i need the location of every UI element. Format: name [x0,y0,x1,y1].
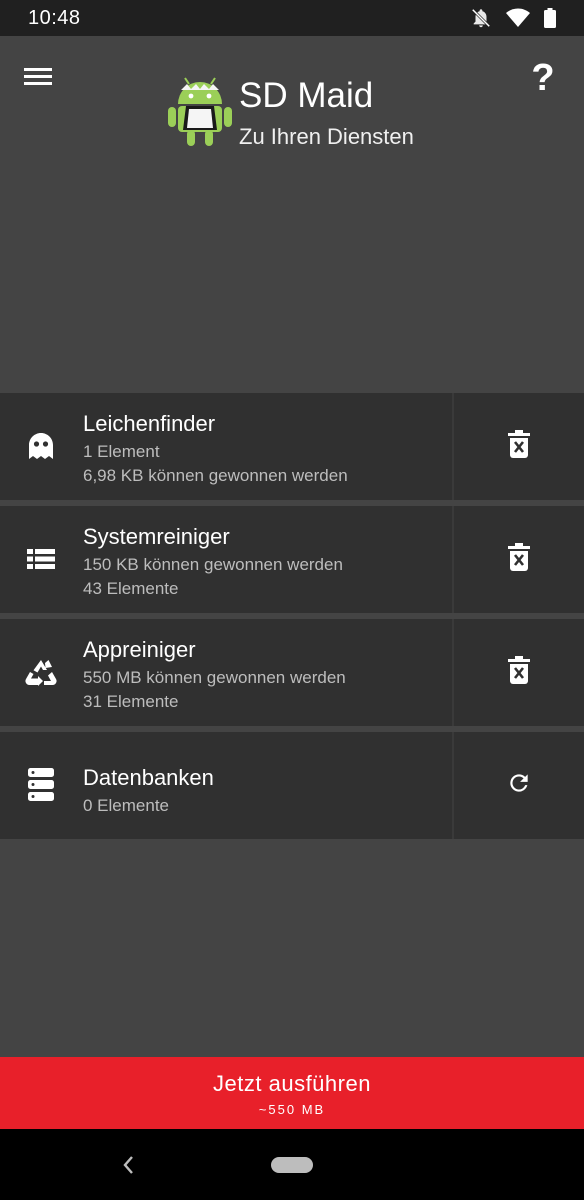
app-subtitle: Zu Ihren Diensten [239,124,414,149]
delete-icon [508,656,530,689]
tool-detail: 6,98 KB können gewonnen werden [83,466,348,485]
tool-detail: 31 Elemente [83,692,179,711]
tool-title: Appreiniger [83,637,196,662]
delete-icon [508,430,530,463]
status-time: 10:48 [28,6,81,29]
tool-detail: 1 Element [83,442,160,461]
run-now-size: ~550 MB [258,1102,326,1117]
tool-detail: 43 Elemente [83,579,179,598]
tool-card-main[interactable]: Systemreiniger 150 KB können gewonnen we… [0,506,452,613]
tool-title: Leichenfinder [83,411,216,436]
home-pill[interactable] [271,1157,313,1173]
refresh-icon [506,770,532,801]
tool-detail: 0 Elemente [83,796,169,815]
tool-detail: 550 MB können gewonnen werden [83,668,346,687]
hamburger-menu-icon[interactable] [24,66,60,92]
battery-icon [544,8,556,28]
header: SD Maid Zu Ihren Diensten ? [0,36,584,393]
database-icon [24,768,58,802]
refresh-button[interactable] [454,732,584,839]
tool-card-main[interactable]: Appreiniger 550 MB können gewonnen werde… [0,619,452,726]
tool-card-datenbanken: Datenbanken 0 Elemente [0,732,584,839]
system-nav-bar [0,1129,584,1200]
delete-button[interactable] [454,393,584,500]
list-icon [24,542,58,576]
tool-title: Systemreiniger [83,524,230,549]
run-now-label: Jetzt ausführen [213,1071,371,1096]
status-icons [470,7,556,29]
tool-title: Datenbanken [83,765,214,790]
recycle-icon [24,655,58,689]
delete-button[interactable] [454,619,584,726]
run-now-button[interactable]: Jetzt ausführen ~550 MB [0,1057,584,1129]
delete-icon [508,543,530,576]
tool-card-systemreiniger: Systemreiniger 150 KB können gewonnen we… [0,506,584,613]
notifications-off-icon [470,7,492,29]
android-maid-logo [167,76,233,148]
tool-detail: 150 KB können gewonnen werden [83,555,343,574]
delete-button[interactable] [454,506,584,613]
back-icon[interactable] [118,1153,140,1177]
help-button[interactable]: ? [526,58,560,98]
tool-card-main[interactable]: Datenbanken 0 Elemente [0,732,452,839]
tool-card-main[interactable]: Leichenfinder 1 Element 6,98 KB können g… [0,393,452,500]
ghost-icon [24,429,58,463]
app-title: SD Maid [239,76,374,115]
wifi-icon [506,8,530,28]
tool-card-appreiniger: Appreiniger 550 MB können gewonnen werde… [0,619,584,726]
tool-card-leichenfinder: Leichenfinder 1 Element 6,98 KB können g… [0,393,584,500]
status-bar: 10:48 [0,0,584,36]
tool-list: Leichenfinder 1 Element 6,98 KB können g… [0,393,584,845]
